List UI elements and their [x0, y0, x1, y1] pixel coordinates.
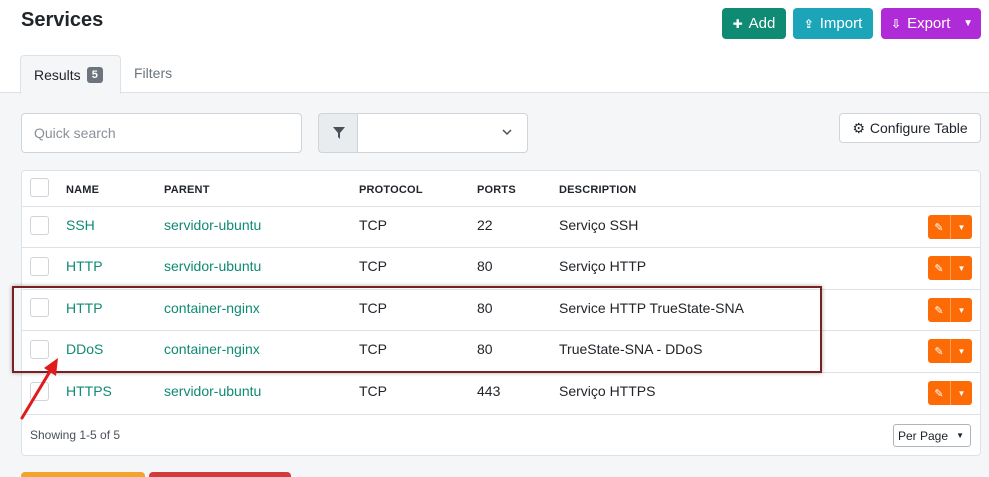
export-button[interactable]: ⇩ Export ▼ [881, 8, 981, 39]
column-header-description[interactable]: DESCRIPTION [559, 184, 636, 196]
row-edit-button[interactable]: ✎ ▼ [928, 298, 972, 322]
results-count-badge: 5 [86, 67, 103, 83]
tab-results[interactable]: Results 5 [20, 55, 121, 94]
add-button-label: Add [748, 15, 776, 32]
row-divider [22, 247, 980, 248]
protocol-cell: TCP [359, 341, 387, 357]
row-checkbox[interactable] [30, 216, 49, 235]
parent-link[interactable]: servidor-ubuntu [164, 383, 261, 399]
chevron-down-icon[interactable]: ▼ [951, 306, 972, 315]
add-button[interactable]: ✚ Add [722, 8, 786, 39]
row-divider [22, 289, 980, 290]
column-header-ports[interactable]: PORTS [477, 184, 516, 196]
download-icon: ⇩ [891, 16, 902, 31]
column-header-protocol[interactable]: PROTOCOL [359, 184, 423, 196]
configure-table-button[interactable]: ⚙ Configure Table [839, 113, 981, 143]
protocol-cell: TCP [359, 217, 387, 233]
ports-cell: 80 [477, 300, 493, 316]
row-divider [22, 330, 980, 331]
parent-link[interactable]: container-nginx [164, 341, 260, 357]
upload-icon: ⇪ [803, 16, 814, 31]
parent-link[interactable]: container-nginx [164, 300, 260, 316]
service-name-link[interactable]: SSH [66, 217, 95, 233]
per-page-label: Per Page [898, 428, 949, 443]
plus-icon: ✚ [732, 16, 743, 31]
service-name-link[interactable]: HTTP [66, 258, 103, 274]
pencil-icon: ✎ [934, 345, 944, 358]
column-header-parent[interactable]: PARENT [164, 184, 210, 196]
description-cell: Serviço SSH [559, 217, 639, 233]
chevron-down-icon [502, 129, 512, 136]
row-divider [22, 372, 980, 373]
pencil-icon: ✎ [934, 262, 944, 275]
row-edit-button[interactable]: ✎ ▼ [928, 215, 972, 239]
tab-filters[interactable]: Filters [134, 65, 172, 81]
filter-icon [332, 127, 345, 139]
row-divider [22, 414, 980, 415]
quick-search-input[interactable] [21, 113, 302, 153]
ports-cell: 80 [477, 258, 493, 274]
row-checkbox[interactable] [30, 298, 49, 317]
service-name-link[interactable]: HTTP [66, 300, 103, 316]
bulk-edit-button[interactable] [21, 472, 145, 477]
chevron-down-icon[interactable]: ▼ [951, 264, 972, 273]
chevron-down-icon[interactable]: ▼ [963, 18, 973, 29]
service-name-link[interactable]: HTTPS [66, 383, 112, 399]
row-checkbox[interactable] [30, 257, 49, 276]
description-cell: Serviço HTTPS [559, 383, 656, 399]
configure-table-label: Configure Table [869, 120, 968, 136]
pencil-icon: ✎ [934, 221, 944, 234]
export-button-label: Export [907, 15, 951, 32]
parent-link[interactable]: servidor-ubuntu [164, 217, 261, 233]
protocol-cell: TCP [359, 383, 387, 399]
column-header-name[interactable]: NAME [66, 184, 99, 196]
filter-select[interactable] [357, 113, 528, 153]
protocol-cell: TCP [359, 258, 387, 274]
import-button-label: Import [819, 15, 863, 32]
description-cell: Serviço HTTP [559, 258, 647, 274]
ports-cell: 80 [477, 341, 493, 357]
pencil-icon: ✎ [934, 304, 944, 317]
filter-button[interactable] [318, 113, 358, 153]
row-checkbox[interactable] [30, 382, 49, 401]
import-button[interactable]: ⇪ Import [793, 8, 873, 39]
row-divider [22, 206, 980, 207]
chevron-down-icon[interactable]: ▼ [951, 347, 972, 356]
description-cell: TrueState-SNA - DDoS [559, 341, 703, 357]
description-cell: Service HTTP TrueState-SNA [559, 300, 744, 316]
bulk-delete-button[interactable] [149, 472, 291, 477]
protocol-cell: TCP [359, 300, 387, 316]
page-title: Services [21, 9, 104, 31]
pagination-summary: Showing 1-5 of 5 [30, 428, 121, 442]
select-all-checkbox[interactable] [30, 178, 49, 197]
row-checkbox[interactable] [30, 340, 49, 359]
row-edit-button[interactable]: ✎ ▼ [928, 339, 972, 363]
service-name-link[interactable]: DDoS [66, 341, 103, 357]
ports-cell: 443 [477, 383, 501, 399]
row-edit-button[interactable]: ✎ ▼ [928, 381, 972, 405]
chevron-down-icon[interactable]: ▼ [951, 389, 972, 398]
gear-icon: ⚙ [852, 119, 865, 136]
per-page-select[interactable]: Per Page ▼ [893, 424, 971, 447]
chevron-down-icon[interactable]: ▼ [951, 223, 972, 232]
pencil-icon: ✎ [934, 387, 944, 400]
ports-cell: 22 [477, 217, 493, 233]
parent-link[interactable]: servidor-ubuntu [164, 258, 261, 274]
tab-results-label: Results [34, 67, 81, 83]
row-edit-button[interactable]: ✎ ▼ [928, 256, 972, 280]
chevron-down-icon: ▼ [956, 431, 964, 440]
